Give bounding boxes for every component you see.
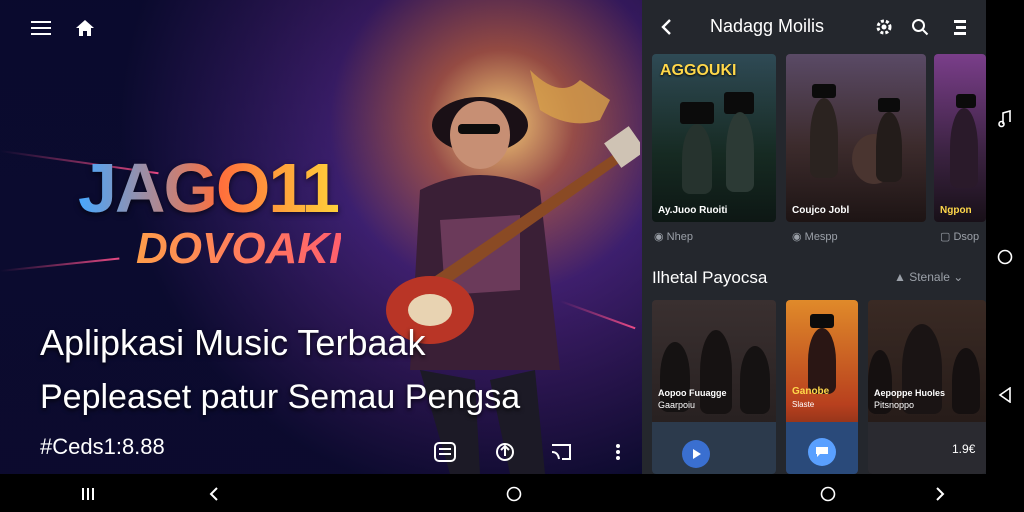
home-icon[interactable] [72, 16, 98, 40]
featured-card-caption: Ay.Juoo Ruoiti [658, 205, 728, 216]
band-member [740, 346, 770, 414]
hero-top-bar [0, 0, 642, 56]
hero-banner: JAGO11 DOVOAKI Aplipkasi Music Terbaak P… [0, 0, 642, 474]
back-arrow-icon[interactable] [654, 16, 678, 38]
hero-tag: #Ceds1:8.88 [40, 434, 165, 459]
panel-header: Nadagg Moilis [642, 0, 986, 54]
tile-caption: Ganobe [792, 386, 830, 397]
figure-hat [810, 314, 834, 328]
featured-card[interactable]: Coujco Jobl [786, 54, 926, 222]
figure-hat [956, 94, 976, 108]
playlist-icon[interactable] [430, 440, 460, 464]
nav-back-icon[interactable] [202, 484, 226, 504]
section-title: Ilhetal Payocsa [652, 268, 768, 287]
nav-forward-icon[interactable] [928, 484, 952, 504]
figure-hat [724, 92, 754, 114]
band-member [700, 330, 732, 414]
hero-title: Aplipkasi Music Terbaak [40, 322, 426, 363]
system-navbar [0, 474, 1024, 512]
figure-hat [812, 84, 836, 98]
band-member [808, 328, 836, 394]
gear-icon[interactable] [872, 16, 896, 38]
band-member [876, 112, 902, 182]
featured-card-name: AGGOUKI [660, 62, 737, 79]
tile-footer [652, 422, 776, 474]
search-icon[interactable] [908, 16, 932, 38]
tile-subcaption: Pitsnoppo [874, 400, 915, 410]
playlist-tile[interactable]: Ganobe Slaste [786, 300, 858, 474]
section-action[interactable]: ▲ Stenale ⌄ [894, 270, 963, 284]
tile-subcaption: Slaste [792, 400, 815, 409]
menu-icon[interactable] [28, 16, 54, 40]
featured-card[interactable]: Ngpon [934, 54, 986, 222]
home-circle-icon[interactable] [994, 246, 1016, 268]
band-member [950, 108, 978, 188]
band-member [952, 348, 980, 414]
nav-home-icon-secondary[interactable] [816, 484, 840, 504]
figure-hat [878, 98, 900, 112]
tile-subcaption: Gaarpoiu [658, 400, 696, 410]
featured-meta: ▢ Dsop [940, 231, 980, 243]
share-icon[interactable] [490, 440, 520, 464]
featured-meta-text: Dsop [953, 231, 980, 243]
panel-title: Nadagg Moilis [710, 16, 825, 36]
nav-home-icon[interactable] [502, 484, 526, 504]
featured-meta: ◉ Nhep [654, 231, 693, 243]
music-note-icon[interactable] [994, 108, 1016, 130]
band-member [726, 112, 754, 192]
tile-caption: Aepoppe Huoles [874, 388, 946, 398]
recents-icon[interactable] [76, 484, 100, 504]
featured-card[interactable]: AGGOUKI Ay.Juoo Ruoiti [652, 54, 776, 222]
band-member [682, 124, 712, 194]
back-triangle-icon[interactable] [994, 384, 1016, 406]
cast-icon[interactable] [546, 440, 576, 464]
system-sidebar [986, 0, 1024, 474]
play-icon[interactable] [682, 440, 710, 468]
light-streak [0, 257, 120, 272]
more-vertical-icon[interactable] [606, 440, 630, 464]
app-logo-primary: JAGO11 [78, 149, 340, 227]
band-member [810, 98, 838, 178]
featured-meta-text: Nhep [666, 231, 693, 243]
section-action-label: Stenale [909, 270, 950, 284]
tile-value: 1.9€ [952, 442, 976, 456]
tile-caption: Aopoo Fuuagge [658, 388, 727, 398]
hero-subtitle: Pepleaset patur Semau Pengsa [40, 378, 521, 416]
playlist-tile[interactable]: Aepoppe Huoles Pitsnoppo 1.9€ [868, 300, 986, 474]
music-panel: Nadagg Moilis AGGOUKI Ay.Juoo Ruoiti Cou… [642, 0, 986, 474]
featured-meta: ◉ Mespp [792, 231, 838, 243]
more-icon[interactable] [948, 16, 972, 38]
figure-hat [680, 102, 714, 124]
featured-card-caption: Coujco Jobl [792, 205, 850, 216]
featured-card-caption: Ngpon [940, 205, 972, 216]
chat-icon[interactable] [808, 438, 836, 466]
app-logo-secondary: DOVOAKI [136, 224, 342, 273]
playlist-tile[interactable]: Aopoo Fuuagge Gaarpoiu [652, 300, 776, 474]
featured-meta-text: Mespp [804, 231, 838, 243]
